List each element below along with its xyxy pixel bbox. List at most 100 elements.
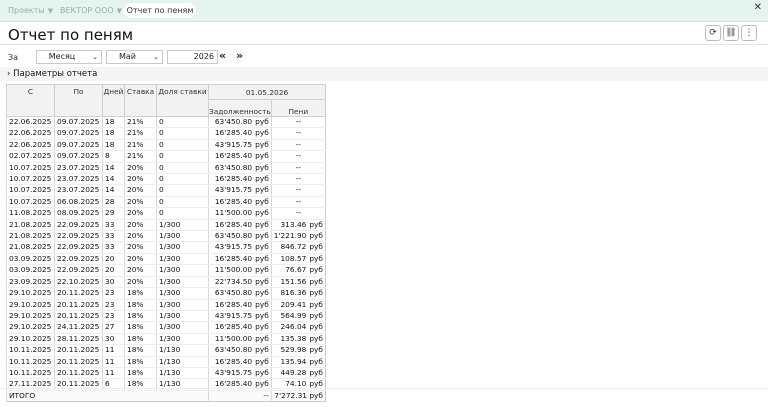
currency-label: руб [255, 253, 269, 263]
currency-label: руб [309, 322, 323, 332]
currency-label: руб [255, 276, 269, 286]
cell-to: 22.09.2025 [54, 241, 103, 254]
cell-share: 0 [156, 207, 209, 220]
cell-penalty: 108.57 руб [270, 253, 326, 266]
currency-label: руб [255, 231, 269, 241]
cell-days: 20 [102, 253, 125, 266]
cell-to: 09.07.2025 [54, 127, 103, 140]
table-row: 10.11.2025 20.11.2025 11 18% 1/130 63'450.80 р… [6, 344, 326, 357]
debt-value: 11'500.00 [214, 333, 253, 343]
cell-penalty: 313.46 руб [270, 219, 326, 232]
table-row: 10.07.2025 23.07.2025 14 20% 0 63'450.80 руб -- [6, 162, 326, 175]
month-select[interactable]: Май ⌄ [106, 50, 163, 64]
cell-rate: 18% [124, 333, 157, 346]
debt-value: 16'285.40 [214, 219, 253, 229]
table-row: 21.08.2025 22.09.2025 33 20% 1/300 16'285.40 р… [6, 219, 326, 232]
cell-to: 23.07.2025 [54, 173, 103, 186]
cell-rate: 20% [124, 173, 157, 186]
table-row: 11.08.2025 08.09.2025 29 20% 0 11'500.00 руб -- [6, 207, 326, 220]
cell-penalty: 529.98 руб [270, 344, 326, 357]
cell-from: 29.10.2025 [6, 287, 55, 300]
cell-to: 28.11.2025 [54, 333, 103, 346]
report-params-toggle[interactable]: › Параметры отчета [7, 69, 97, 79]
currency-label: руб [309, 310, 323, 320]
cell-share: 1/130 [156, 356, 209, 368]
penalty-table: С По Дней Ставка Доля ставки 01.05.2026 … [6, 84, 326, 403]
cell-share: 1/130 [156, 367, 209, 380]
cell-days: 23 [102, 310, 125, 323]
cell-share: 0 [156, 139, 209, 152]
table-row: 22.06.2025 09.07.2025 18 21% 0 16'285.40 руб -- [6, 127, 326, 140]
table-row: 03.09.2025 22.09.2025 20 20% 1/300 11'500.00 р… [6, 264, 326, 277]
cell-debt: 16'285.40 руб [208, 253, 272, 266]
currency-label: руб [309, 253, 323, 263]
cell-to: 09.07.2025 [54, 116, 103, 129]
penalty-value: -- [295, 174, 302, 184]
total-label: ИТОГО [6, 389, 209, 402]
page-title: Отчет по пеням [8, 26, 134, 44]
cell-rate: 18% [124, 367, 157, 380]
penalty-value: -- [295, 151, 302, 161]
next-period-button[interactable]: » [236, 49, 243, 63]
cell-from: 10.07.2025 [6, 162, 55, 175]
currency-label: руб [255, 345, 269, 355]
cell-share: 0 [156, 127, 209, 140]
currency-label: руб [255, 128, 269, 138]
table-row: 23.09.2025 22.10.2025 30 20% 1/300 22'734.50 р… [6, 276, 326, 289]
cell-share: 0 [156, 116, 209, 129]
cell-rate: 20% [124, 196, 157, 209]
cell-from: 23.09.2025 [6, 276, 55, 289]
debt-value: 16'285.40 [214, 196, 253, 206]
cell-share: 1/300 [156, 287, 209, 300]
double-chevron-left-icon: « [219, 49, 227, 62]
cell-penalty: 816.36 руб [270, 287, 326, 300]
link-button[interactable]: ⛓ [723, 25, 739, 41]
penalty-value: 209.41 [280, 299, 307, 309]
cell-from: 29.10.2025 [6, 321, 55, 334]
cell-to: 24.11.2025 [54, 321, 103, 334]
penalty-value: -- [295, 162, 302, 172]
debt-value: 16'285.40 [214, 151, 253, 161]
table-row: 29.10.2025 28.11.2025 30 18% 1/300 11'500.00 р… [6, 333, 326, 346]
double-chevron-right-icon: » [236, 49, 244, 62]
cell-rate: 18% [124, 356, 157, 368]
cell-to: 23.07.2025 [54, 162, 103, 175]
cell-days: 18 [102, 116, 125, 129]
currency-label: руб [255, 288, 269, 298]
cell-penalty: -- [270, 150, 326, 163]
tab-company-label: ВЕКТОР ООО [60, 6, 114, 15]
table-row: 10.11.2025 20.11.2025 11 18% 1/130 16'285.40 р… [6, 356, 326, 368]
close-icon[interactable]: ✕ [754, 2, 762, 14]
cell-to: 22.09.2025 [54, 230, 103, 243]
tab-company[interactable]: ВЕКТОР ООО ▼ [60, 4, 122, 18]
cell-debt: 16'285.40 руб [208, 321, 272, 334]
penalty-value: 74.10 [285, 379, 307, 389]
cell-rate: 20% [124, 230, 157, 243]
tab-bar: Проекты ▼ ВЕКТОР ООО ▼ Отчет по пеням ✕ [0, 0, 768, 22]
tab-penalty-report[interactable]: Отчет по пеням [124, 3, 196, 18]
year-input[interactable]: 2026 [167, 50, 218, 64]
debt-value: 16'285.40 [214, 379, 253, 389]
refresh-button[interactable]: ⟳ [705, 25, 721, 41]
cell-share: 1/300 [156, 219, 209, 232]
currency-label: руб [309, 242, 323, 252]
more-button[interactable]: ⋮ [741, 25, 757, 41]
month-value: Май [118, 52, 136, 61]
cell-penalty: 449.28 руб [270, 367, 326, 380]
cell-from: 10.11.2025 [6, 344, 55, 357]
cell-days: 23 [102, 287, 125, 300]
debt-value: 22'734.50 [214, 276, 253, 286]
cell-penalty: 209.41 руб [270, 299, 326, 311]
tab-projects[interactable]: Проекты ▼ [8, 4, 53, 18]
cell-from: 10.07.2025 [6, 184, 55, 197]
cell-from: 02.07.2025 [6, 150, 55, 163]
prev-period-button[interactable]: « [219, 49, 226, 63]
currency-label: руб [255, 219, 269, 229]
period-type-select[interactable]: Месяц ⌄ [36, 50, 102, 64]
cell-from: 22.06.2025 [6, 127, 55, 140]
cell-debt: 22'734.50 руб [208, 276, 272, 289]
cell-penalty: -- [270, 184, 326, 197]
cell-share: 0 [156, 162, 209, 175]
currency-label: руб [309, 356, 323, 366]
table-row: 10.07.2025 23.07.2025 14 20% 0 16'285.40 руб -- [6, 173, 326, 186]
